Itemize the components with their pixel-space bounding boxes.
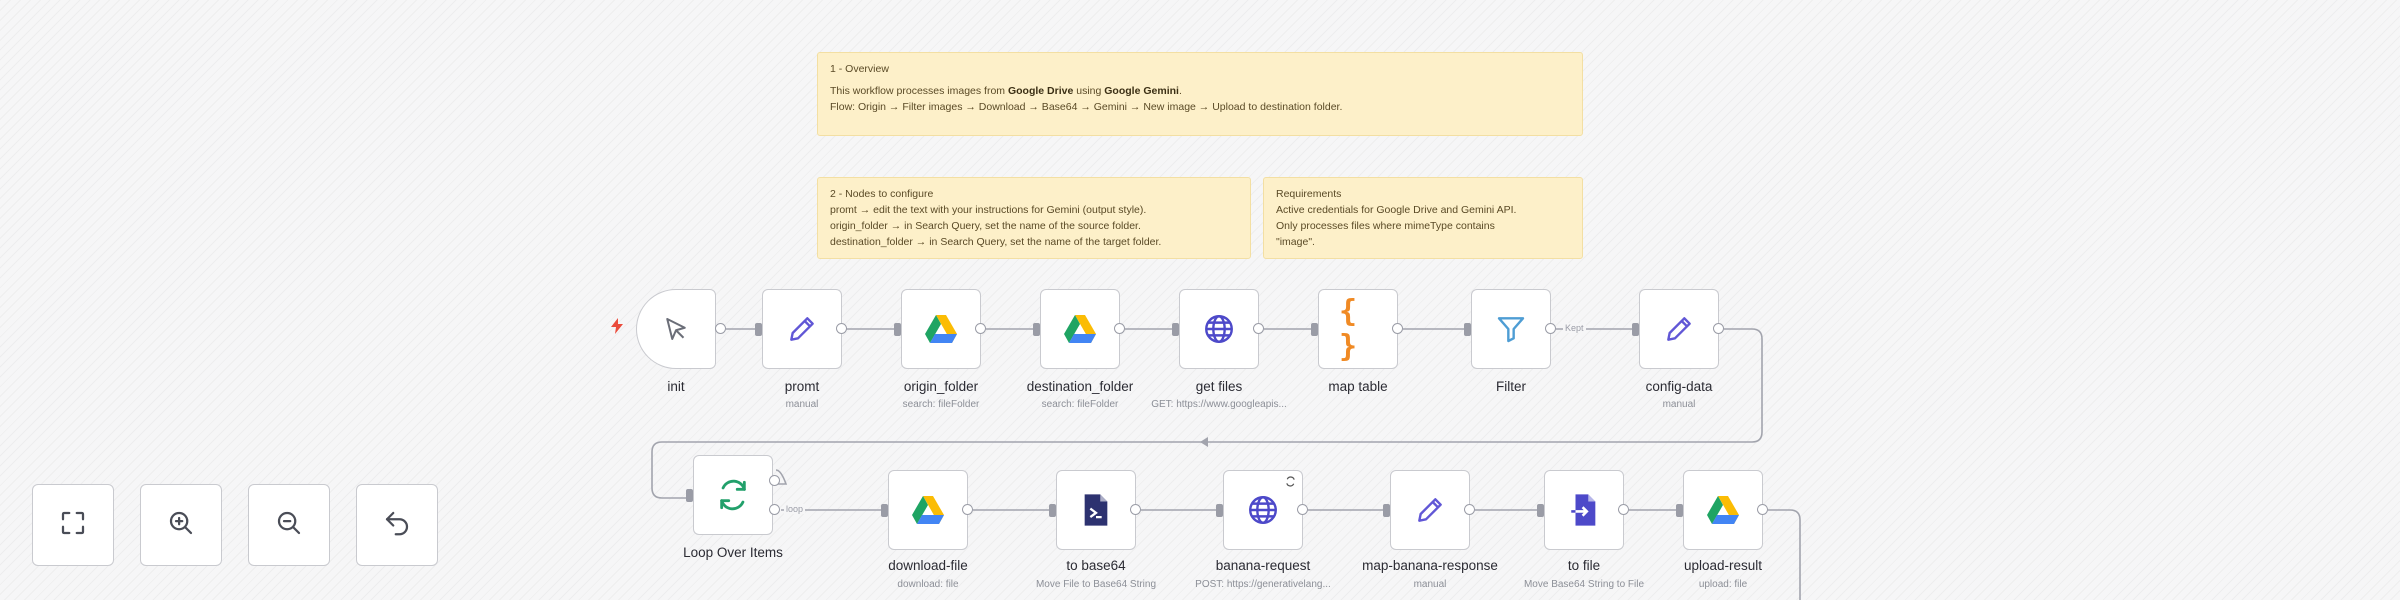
output-handle[interactable]	[1545, 323, 1556, 334]
node-origin-folder[interactable]	[901, 289, 981, 369]
output-handle[interactable]	[1297, 504, 1308, 515]
node-map-banana-response[interactable]	[1390, 470, 1470, 550]
node-subtitle: download: file	[897, 579, 959, 590]
output-handle[interactable]	[962, 504, 973, 515]
output-handle[interactable]	[1618, 504, 1629, 515]
trigger-bolt-icon	[611, 318, 623, 337]
node-subtitle: manual	[1662, 399, 1696, 410]
input-handle[interactable]	[881, 504, 888, 517]
node-config-data[interactable]	[1639, 289, 1719, 369]
output-handle[interactable]	[1464, 504, 1475, 515]
node-upload-result[interactable]	[1683, 470, 1763, 550]
node-to-file[interactable]	[1544, 470, 1624, 550]
refresh-icon	[714, 476, 752, 514]
output-handle[interactable]	[1114, 323, 1125, 334]
input-handle[interactable]	[1632, 323, 1639, 336]
input-handle[interactable]	[1033, 323, 1040, 336]
node-label: to base64	[1066, 558, 1126, 573]
google-drive-icon	[1061, 310, 1099, 348]
node-subtitle: Move File to Base64 String	[1035, 579, 1157, 590]
fit-view-button[interactable]	[32, 484, 114, 566]
input-handle[interactable]	[686, 489, 693, 502]
input-handle[interactable]	[1311, 323, 1318, 336]
input-handle[interactable]	[1464, 323, 1471, 336]
cursor-icon	[657, 310, 695, 348]
google-drive-icon	[922, 310, 960, 348]
node-get-files[interactable]	[1179, 289, 1259, 369]
reset-zoom-button[interactable]	[356, 484, 438, 566]
node-filter[interactable]	[1471, 289, 1551, 369]
reset-icon	[382, 508, 412, 543]
arrow-head	[1200, 437, 1208, 447]
node-label: Loop Over Items	[683, 545, 783, 560]
output-handle[interactable]	[1130, 504, 1141, 515]
output-handle[interactable]	[715, 323, 726, 334]
node-subtitle: manual	[1413, 579, 1447, 590]
google-drive-icon	[909, 491, 947, 529]
node-subtitle: GET: https://www.googleapis...	[1151, 399, 1287, 410]
zoom-out-icon	[274, 508, 304, 543]
globe-icon	[1200, 310, 1238, 348]
output-handle[interactable]	[1713, 323, 1724, 334]
node-subtitle: upload: file	[1698, 579, 1748, 590]
input-handle[interactable]	[1383, 504, 1390, 517]
node-init[interactable]	[636, 289, 716, 369]
zoom-in-icon	[166, 508, 196, 543]
node-promt[interactable]	[762, 289, 842, 369]
input-handle[interactable]	[755, 323, 762, 336]
input-handle[interactable]	[1537, 504, 1544, 517]
node-map-table[interactable]: { }	[1318, 289, 1398, 369]
google-drive-icon	[1704, 491, 1742, 529]
input-handle[interactable]	[1172, 323, 1179, 336]
pencil-icon	[783, 310, 821, 348]
fit-view-icon	[58, 508, 88, 543]
zoom-in-button[interactable]	[140, 484, 222, 566]
node-label: banana-request	[1215, 558, 1311, 573]
node-destination-folder[interactable]	[1040, 289, 1120, 369]
loop-edge-label: loop	[784, 504, 806, 514]
pencil-icon	[1411, 491, 1449, 529]
input-handle[interactable]	[1216, 504, 1223, 517]
node-banana-request[interactable]	[1223, 470, 1303, 550]
output-handle[interactable]	[836, 323, 847, 334]
refresh-badge-icon	[1285, 474, 1296, 492]
file-convert-icon	[1077, 491, 1115, 529]
output-handle[interactable]	[1253, 323, 1264, 334]
file-import-icon	[1565, 491, 1603, 529]
loop-output-handle[interactable]	[769, 504, 780, 515]
output-handle[interactable]	[975, 323, 986, 334]
node-download-file[interactable]	[888, 470, 968, 550]
zoom-out-button[interactable]	[248, 484, 330, 566]
input-handle[interactable]	[894, 323, 901, 336]
node-label: Filter	[1496, 379, 1526, 394]
done-output-handle[interactable]	[769, 475, 780, 486]
input-handle[interactable]	[1049, 504, 1056, 517]
globe-icon	[1244, 491, 1282, 529]
node-label: config-data	[1645, 379, 1713, 394]
node-subtitle: POST: https://generativelang...	[1195, 579, 1331, 590]
node-loop-over-items[interactable]	[693, 455, 773, 535]
kept-edge-label: Kept	[1563, 323, 1586, 333]
node-to-base64[interactable]	[1056, 470, 1136, 550]
node-label: upload-result	[1683, 558, 1763, 573]
filter-icon	[1492, 310, 1530, 348]
pencil-icon	[1660, 310, 1698, 348]
input-handle[interactable]	[1676, 504, 1683, 517]
node-label: download-file	[888, 558, 968, 573]
output-handle[interactable]	[1392, 323, 1403, 334]
output-handle[interactable]	[1757, 504, 1768, 515]
braces-icon: { }	[1339, 294, 1358, 364]
